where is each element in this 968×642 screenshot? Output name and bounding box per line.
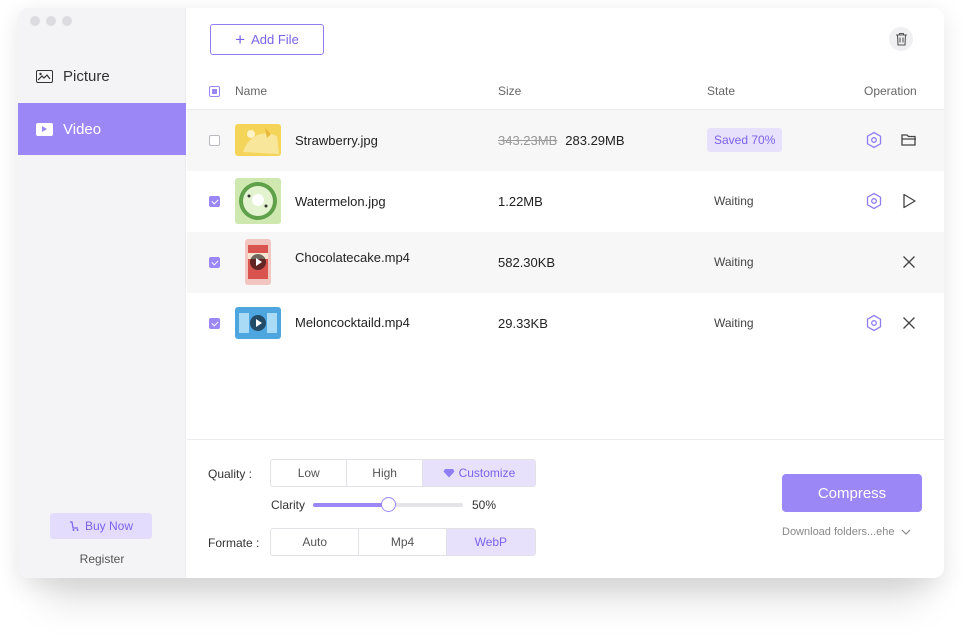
customize-label: Customize	[458, 466, 516, 480]
row-checkbox[interactable]	[209, 257, 220, 268]
format-selector: Auto Mp4 WebP	[270, 528, 536, 556]
header-operation: Operation	[864, 84, 917, 98]
file-thumbnail	[235, 307, 281, 339]
header-name: Name	[235, 84, 268, 98]
clarity-slider[interactable]	[313, 497, 463, 512]
file-name: Watermelon.jpg	[295, 194, 386, 209]
window-controls	[30, 16, 72, 26]
close-dot[interactable]	[30, 16, 40, 26]
sidebar-item-label: Picture	[63, 67, 110, 85]
row-checkbox[interactable]	[209, 135, 220, 146]
table-row[interactable]: Chocolatecake.mp4 582.30KB Waiting	[187, 232, 944, 293]
video-icon	[36, 122, 53, 136]
picture-icon	[36, 69, 53, 83]
app-window: Picture Video Buy Now Register + Add Fil…	[18, 8, 944, 578]
close-icon[interactable]	[900, 253, 918, 271]
status-text: Waiting	[714, 316, 754, 330]
settings-icon[interactable]	[865, 192, 883, 210]
buy-now-label: Buy Now	[84, 519, 134, 533]
header-size: Size	[498, 84, 522, 98]
table-row[interactable]: Meloncocktaild.mp4 29.33KB Waiting	[187, 293, 944, 354]
header-state: State	[707, 84, 736, 98]
status-text: Waiting	[714, 255, 754, 269]
sidebar-item-video[interactable]: Video	[18, 103, 186, 155]
file-name: Meloncocktaild.mp4	[295, 315, 410, 330]
buy-now-button[interactable]: Buy Now	[50, 513, 152, 539]
cart-icon	[69, 520, 79, 531]
original-size: 343.23MB	[498, 133, 558, 148]
compress-button[interactable]: Compress	[782, 474, 922, 512]
clarity-slider-fill	[313, 503, 388, 507]
compression-settings: Quality : Low High Customize Clarity 50%…	[187, 439, 944, 578]
download-folder-select[interactable]: Download folders...ehe	[782, 526, 911, 538]
clarity-slider-handle[interactable]	[381, 497, 396, 512]
sidebar: Picture Video Buy Now Register	[18, 8, 186, 578]
minimize-dot[interactable]	[46, 16, 56, 26]
play-icon[interactable]	[900, 192, 918, 210]
row-checkbox[interactable]	[209, 318, 220, 329]
close-icon[interactable]	[900, 314, 918, 332]
settings-icon[interactable]	[865, 314, 883, 332]
folder-icon[interactable]	[900, 131, 918, 149]
file-size: 343.23MB 283.29MB	[498, 133, 625, 148]
download-folder-label: Download folders...ehe	[782, 526, 895, 538]
file-size: 29.33KB	[498, 316, 548, 331]
main-panel: + Add File Name Size State Operation Str…	[187, 8, 944, 578]
file-size: 1.22MB	[498, 194, 543, 209]
register-link[interactable]: Register	[18, 552, 186, 566]
clarity-label: Clarity	[271, 498, 306, 512]
status-text: Waiting	[714, 194, 754, 208]
table-row[interactable]: Strawberry.jpg 343.23MB 283.29MB Saved 70…	[187, 110, 944, 171]
table-row[interactable]: Watermelon.jpg 1.22MB Waiting	[187, 171, 944, 232]
format-option-webp[interactable]: WebP	[446, 529, 535, 555]
maximize-dot[interactable]	[62, 16, 72, 26]
file-name: Chocolatecake.mp4	[295, 250, 410, 265]
trash-icon	[895, 32, 907, 46]
select-all-checkbox[interactable]	[209, 86, 220, 97]
format-option-mp4[interactable]: Mp4	[359, 529, 447, 555]
format-label: Formate :	[208, 536, 260, 550]
plus-icon: +	[235, 30, 246, 49]
settings-icon[interactable]	[865, 131, 883, 149]
file-thumbnail	[245, 239, 271, 285]
quality-option-high[interactable]: High	[347, 460, 423, 486]
clarity-value: 50%	[472, 498, 497, 512]
row-checkbox[interactable]	[209, 196, 220, 207]
file-thumbnail	[235, 124, 281, 156]
chevron-down-icon	[901, 529, 910, 535]
quality-selector: Low High Customize	[270, 459, 536, 487]
file-thumbnail	[235, 178, 281, 224]
file-size: 582.30KB	[498, 255, 556, 270]
diamond-icon	[443, 469, 455, 478]
trash-button[interactable]	[889, 27, 913, 51]
add-file-label: Add File	[251, 32, 299, 47]
sidebar-item-label: Video	[63, 120, 102, 138]
table-header: Name Size State Operation	[187, 74, 944, 110]
status-badge: Saved 70%	[707, 128, 783, 152]
sidebar-item-picture[interactable]: Picture	[18, 50, 186, 102]
add-file-button[interactable]: + Add File	[210, 24, 324, 55]
quality-option-customize[interactable]: Customize	[422, 460, 535, 486]
format-option-auto[interactable]: Auto	[271, 529, 360, 555]
quality-label: Quality :	[208, 467, 253, 481]
compressed-size: 283.29MB	[565, 133, 625, 148]
quality-option-low[interactable]: Low	[271, 460, 348, 486]
file-name: Strawberry.jpg	[295, 133, 378, 148]
